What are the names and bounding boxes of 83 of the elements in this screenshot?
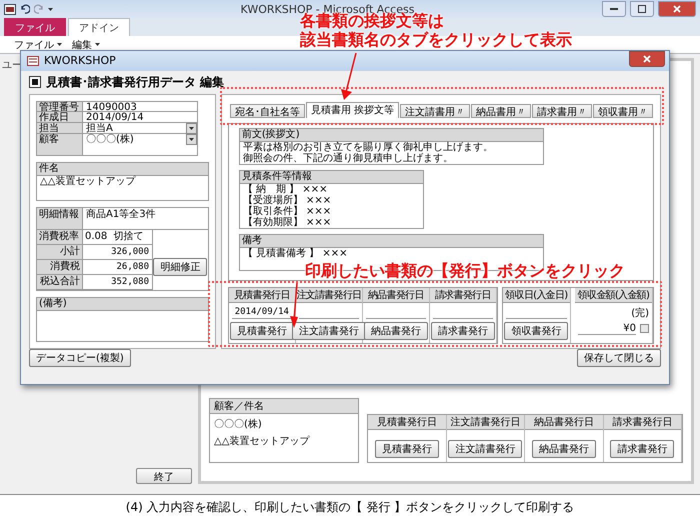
field-value: 商品A1等全3件 (83, 208, 208, 230)
app-icon (27, 56, 39, 66)
caret-icon (48, 8, 53, 10)
column-header: 注文請書発行日 (296, 288, 362, 303)
text-line: 【 見積書備考 】 ××× (242, 248, 348, 259)
issue-button[interactable]: 見積書発行 (374, 440, 439, 458)
minimize-button[interactable] (602, 1, 626, 17)
subject-text: △△装置セットアップ (213, 434, 311, 448)
issue-button[interactable]: 注文請書発行 (448, 440, 522, 458)
tab[interactable]: 見積書用 挨拶文等 (306, 102, 399, 118)
date-value: 2014/09/14 (232, 306, 292, 319)
caret-icon (95, 43, 100, 46)
issue-button[interactable]: 請求書発行 (610, 440, 674, 458)
field-value: 0.08 (85, 230, 108, 243)
field-label: 前文(挨拶文) (240, 128, 543, 142)
text-line: 御照会の件、下記の通り御見積申し上げます。 (242, 152, 454, 164)
column-header: 顧客／件名 (210, 399, 358, 414)
column-header: 請求書発行日 (430, 288, 496, 303)
amount-value: ¥0 (578, 322, 636, 335)
field-value: 切捨て (113, 230, 144, 243)
dialog-title: KWORKSHOP (44, 54, 117, 68)
column-header: 見積書発行日 (228, 288, 295, 303)
field-label: 明細情報 (37, 208, 83, 230)
close-icon (673, 5, 681, 13)
text-line: 【受渡場所】 ××× (242, 194, 332, 206)
exit-button[interactable]: 終了 (136, 468, 192, 484)
receipt-button[interactable]: 領収書発行 (504, 322, 568, 340)
field-value: △△装置セットアップ (39, 176, 137, 189)
field-label: 備考 (240, 234, 543, 248)
text-line: 【 納 期 】 ××× (242, 184, 328, 195)
field-label: 消費税 (37, 260, 83, 275)
close-button[interactable] (629, 51, 665, 67)
tab[interactable]: 請求書用〃 (532, 104, 592, 118)
field-label: (備考) (37, 298, 208, 311)
close-icon (643, 55, 651, 63)
tab[interactable]: 宛名･自社名等 (230, 104, 305, 118)
column-header: 納品書発行日 (525, 415, 602, 430)
issue-button[interactable]: 見積書発行 (230, 322, 294, 340)
save-close-button[interactable]: 保存して閉じる (577, 348, 661, 367)
ribbon-tab[interactable]: ファイル (4, 18, 66, 36)
checkbox[interactable] (640, 324, 649, 334)
text-line: 【有効期限】 ××× (242, 216, 332, 228)
field-value: 352,080 (83, 274, 153, 290)
tab[interactable]: 領収書用〃 (593, 104, 653, 118)
issue-button[interactable]: 請求書発行 (430, 322, 495, 340)
text-line: 平素は格別のお引き立てを賜り厚く御礼申し上げます。 (242, 142, 494, 153)
status-text: (完) (631, 306, 649, 320)
field-label: 見積条件等情報 (240, 170, 423, 184)
column-header: 注文請書発行日 (446, 415, 524, 430)
customer-name: 〇〇〇(株) (213, 418, 263, 431)
field-value: 326,000 (83, 244, 153, 260)
field-label: 小計 (37, 244, 83, 260)
field-label: 消費税率 (37, 230, 83, 245)
column-header: 納品書発行日 (362, 288, 429, 303)
menu-button[interactable]: 編集 (72, 38, 100, 52)
tab[interactable]: 注文請書用〃 (400, 104, 470, 118)
form-heading: 見積書･請求書発行用データ 編集 (46, 74, 224, 91)
ribbon-tab[interactable]: アドイン (68, 18, 130, 36)
caret-icon (57, 43, 62, 46)
app-icon (4, 4, 16, 14)
issue-button[interactable]: 納品書発行 (364, 322, 428, 340)
issue-button[interactable]: 納品書発行 (532, 440, 596, 458)
field-label: 件名 (37, 162, 208, 176)
maximize-button[interactable] (630, 1, 654, 17)
close-button[interactable] (658, 1, 696, 17)
column-header: 請求書発行日 (604, 415, 681, 430)
minimize-icon (610, 8, 618, 10)
caption: (4) 入力内容を確認し、印刷したい書類の【 発行 】ボタンをクリックして印刷する (126, 499, 574, 516)
copy-button[interactable]: データコピー(複製) (29, 348, 131, 367)
issue-button[interactable]: 注文請書発行 (292, 322, 366, 340)
column-header: 見積書発行日 (368, 415, 446, 430)
column-header: 領収金額(入金額) (575, 288, 652, 303)
undo-icon[interactable] (20, 4, 30, 14)
tab[interactable]: 納品書用〃 (471, 104, 531, 118)
field-label: 税込合計 (37, 274, 83, 290)
text-line: 【取引条件】 ××× (242, 206, 332, 217)
form-icon (29, 76, 41, 88)
maximize-icon (638, 5, 646, 13)
annotation-text: 印刷したい書類の【発行】ボタンをクリック (305, 261, 625, 280)
annotation-text: 該当書類名のタブをクリックして表示 (300, 30, 572, 49)
menu-button[interactable]: ファイル (14, 38, 62, 52)
column-header: 領収日(入金日) (502, 288, 570, 303)
edit-details-button[interactable]: 明細修正 (153, 258, 208, 276)
